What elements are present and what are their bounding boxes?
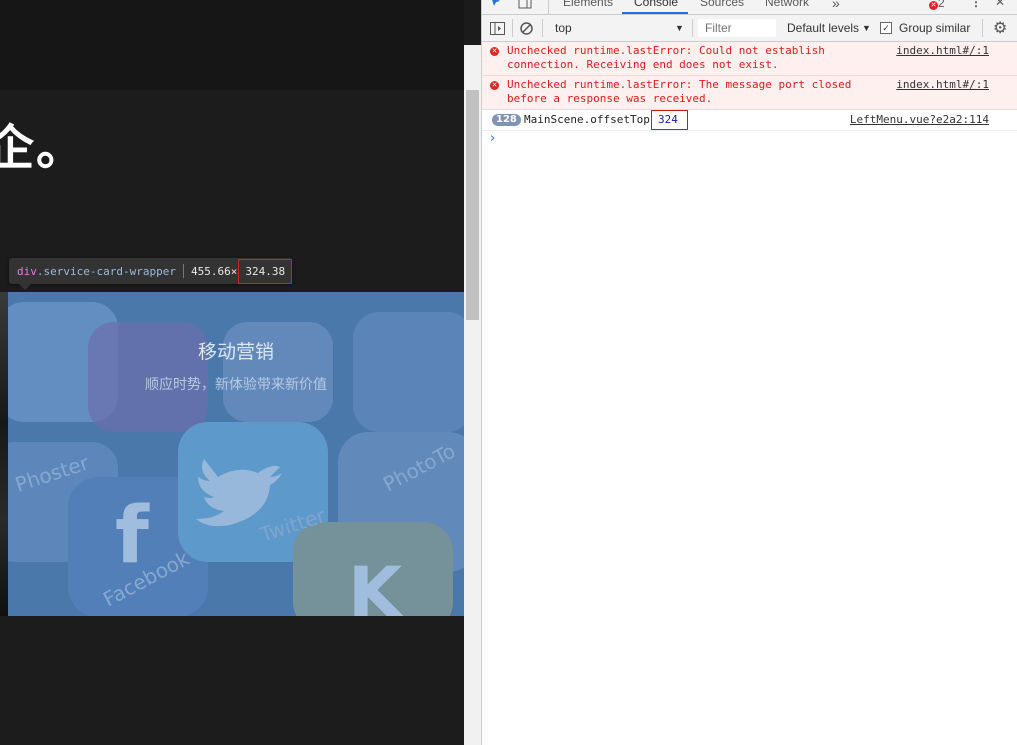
more-tabs-button[interactable]: » — [832, 0, 840, 11]
log-levels-dropdown[interactable]: Default levels — [787, 15, 859, 41]
card-subtitle: 顺应时势，新体验带来新价值 — [145, 377, 327, 393]
tab-network[interactable]: Network — [765, 0, 809, 9]
log-source-link[interactable]: LeftMenu.vue?e2a2:114 — [850, 113, 989, 127]
tab-console[interactable]: Console — [634, 0, 678, 9]
tab-divider — [548, 0, 549, 14]
close-devtools-icon[interactable]: ✕ — [995, 0, 1005, 9]
tooltip-times-sign: × — [230, 264, 238, 278]
tab-sources[interactable]: Sources — [700, 0, 744, 9]
toolbar-divider — [982, 19, 983, 37]
console-error-message[interactable]: ✕ Unchecked runtime.lastError: Could not… — [482, 42, 1017, 76]
log-message-text: MainScene.offsetTop — [524, 113, 650, 126]
console-log-message[interactable]: 128 MainScene.offsetTop 324 LeftMenu.vue… — [482, 110, 1017, 131]
tooltip-divider — [182, 264, 184, 278]
error-icon: ✕ — [490, 81, 499, 90]
inspect-element-icon[interactable] — [490, 0, 504, 12]
group-similar-label: Group similar — [899, 21, 971, 35]
error-icon: ✕ — [490, 47, 499, 56]
page-headline: 企。 — [0, 120, 87, 176]
repeat-count-badge: 128 — [492, 114, 521, 126]
console-prompt-chevron[interactable]: › — [490, 131, 495, 146]
log-value-number: 324 — [658, 113, 678, 126]
tab-elements[interactable]: Elements — [563, 0, 613, 9]
context-dropdown-arrow-icon[interactable]: ▼ — [675, 15, 684, 41]
tooltip-height-highlighted: 324.38 — [238, 258, 293, 284]
page-header-band — [0, 0, 464, 90]
checkbox-checked-icon[interactable]: ✓ — [880, 22, 892, 34]
error-message-text: Unchecked runtime.lastError: Could not e… — [507, 44, 825, 71]
error-source-link[interactable]: index.html#/:1 — [896, 44, 989, 58]
tooltip-arrow — [19, 284, 31, 290]
console-error-message[interactable]: ✕ Unchecked runtime.lastError: The messa… — [482, 76, 1017, 110]
toolbar-divider — [692, 19, 693, 37]
clear-console-icon[interactable] — [520, 15, 533, 41]
devtools-panel: Elements Console Sources Network » ✕ 2 ⋮ … — [481, 0, 1017, 745]
error-message-text: Unchecked runtime.lastError: The message… — [507, 78, 852, 105]
service-card[interactable]: Phoster Twitter PhotoTo Facebook f K 移动营… — [8, 292, 464, 616]
inspect-element-tooltip: div .service-card-wrapper 455.66 × 324.38 — [9, 258, 293, 284]
group-similar-checkbox[interactable]: ✓ — [880, 15, 892, 41]
more-options-icon[interactable]: ⋮ — [970, 0, 982, 9]
devtools-tab-bar: Elements Console Sources Network » ✕ 2 ⋮ … — [482, 0, 1017, 15]
toolbar-divider — [512, 19, 513, 37]
device-toolbar-icon[interactable] — [518, 0, 532, 12]
levels-dropdown-arrow-icon[interactable]: ▼ — [862, 15, 871, 41]
toolbar-divider — [542, 19, 543, 37]
console-settings-gear-icon[interactable]: ⚙ — [993, 15, 1007, 41]
sidebar-toggle-icon[interactable] — [490, 15, 505, 41]
console-filter-input[interactable] — [698, 19, 776, 37]
error-count: 2 — [938, 0, 945, 10]
console-toolbar: top ▼ Default levels ▼ ✓ Group similar ⚙ — [482, 15, 1017, 42]
error-count-badge[interactable]: ✕ 2 — [929, 0, 945, 10]
tooltip-class-name: .service-card-wrapper — [36, 264, 176, 278]
web-page-viewport: 企。 Phoster Twitter PhotoTo Facebook f K … — [0, 0, 464, 745]
error-source-link[interactable]: index.html#/:1 — [896, 78, 989, 92]
error-icon: ✕ — [929, 1, 938, 10]
page-scrollbar-thumb[interactable] — [466, 90, 479, 320]
context-select[interactable]: top — [555, 15, 572, 41]
tooltip-tag-name: div — [17, 264, 37, 278]
left-edge-image — [0, 292, 8, 616]
active-tab-indicator — [622, 12, 688, 14]
highlighted-value-box: 324 — [651, 110, 688, 130]
card-title: 移动营销 — [197, 341, 274, 363]
tooltip-width: 455.66 — [190, 264, 231, 278]
